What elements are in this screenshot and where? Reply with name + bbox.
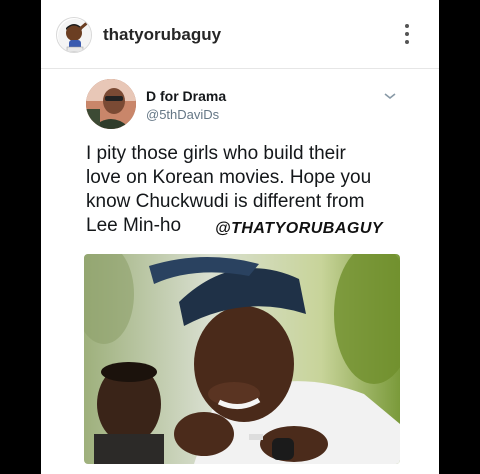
instagram-post-card: thatyorubaguy D for Drama @5thDaviDs I p… bbox=[41, 0, 439, 474]
chevron-down-icon[interactable] bbox=[383, 88, 397, 100]
tweet-handle[interactable]: @5thDaviDs bbox=[146, 107, 219, 122]
tweet-display-name[interactable]: D for Drama bbox=[146, 88, 226, 104]
tweet-photo[interactable] bbox=[84, 254, 400, 464]
poster-avatar-icon[interactable] bbox=[56, 17, 92, 53]
more-vertical-icon[interactable] bbox=[397, 24, 417, 48]
tweet-text-line: know Chuckwudi is different from bbox=[86, 191, 365, 212]
tweet-text-line: love on Korean movies. Hope you bbox=[86, 167, 372, 188]
tweet-author-avatar[interactable] bbox=[86, 79, 136, 129]
poster-username[interactable]: thatyorubaguy bbox=[103, 25, 221, 45]
watermark: @THATYORUBAGUY bbox=[215, 220, 384, 237]
post-header: thatyorubaguy bbox=[41, 0, 439, 69]
tweet-text-line: I pity those girls who build their bbox=[86, 143, 346, 164]
